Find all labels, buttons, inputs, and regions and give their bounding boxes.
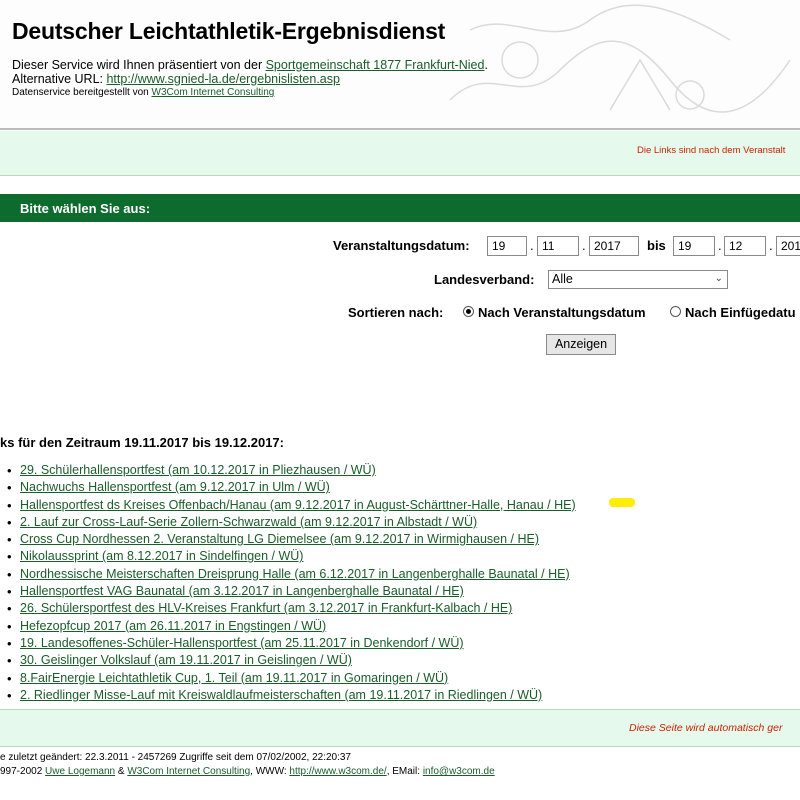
event-link[interactable]: Hallensportfest ds Kreises Offenbach/Han… — [20, 498, 576, 512]
footer-credits: 997-2002 Uwe Logemann & W3Com Internet C… — [0, 766, 495, 777]
data-service-link[interactable]: W3Com Internet Consulting — [152, 87, 275, 98]
event-link[interactable]: 2. Riedlinger Misse-Lauf mit Kreiswaldla… — [20, 688, 542, 702]
bullet-icon: • — [7, 566, 12, 582]
event-link[interactable]: 19. Landesoffenes-Schüler-Hallensportfes… — [20, 636, 464, 650]
event-link[interactable]: 26. Schülersportfest des HLV-Kreises Fra… — [20, 601, 512, 615]
landesverband-value: Alle — [552, 272, 573, 286]
selection-heading: Bitte wählen Sie aus: — [20, 201, 151, 216]
bullet-icon: • — [7, 584, 12, 600]
bullet-icon: • — [7, 480, 12, 496]
bis-label: bis — [647, 238, 666, 253]
event-link[interactable]: Hallensportfest VAG Baunatal (am 3.12.20… — [20, 584, 464, 598]
service-suffix: . — [484, 58, 488, 72]
highlight-marker — [609, 498, 635, 507]
www-link[interactable]: http://www.w3com.de/ — [289, 766, 386, 777]
chevron-down-icon: ⌄ — [714, 273, 723, 284]
event-link[interactable]: 29. Schülerhallensportfest (am 10.12.201… — [20, 463, 376, 477]
author-link[interactable]: Uwe Logemann — [45, 766, 115, 777]
sort-option-event-date: Nach Veranstaltungsdatum — [478, 305, 646, 320]
to-day-input[interactable]: 19 — [673, 236, 715, 256]
bullet-icon: • — [7, 497, 12, 513]
service-prefix: Dieser Service wird Ihnen präsentiert vo… — [12, 58, 266, 72]
event-link[interactable]: Cross Cup Nordhessen 2. Veranstaltung LG… — [20, 532, 539, 546]
sort-radio-insert-date[interactable] — [670, 306, 681, 317]
notice-band: Die Links sind nach dem Veranstalt — [0, 131, 800, 176]
alt-url-prefix: Alternative URL: — [12, 72, 107, 86]
bullet-icon: • — [7, 532, 12, 548]
show-button[interactable]: Anzeigen — [546, 334, 616, 355]
bullet-icon: • — [7, 549, 12, 565]
sponsor-link[interactable]: Sportgemeinschaft 1877 Frankfurt-Nied — [266, 58, 485, 72]
selection-header: Bitte wählen Sie aus: — [0, 194, 800, 222]
bullet-icon: • — [7, 687, 12, 703]
sort-radio-event-date[interactable] — [463, 306, 474, 317]
to-month-input[interactable]: 12 — [724, 236, 766, 256]
page-header: Deutscher Leichtathletik-Ergebnisdienst … — [0, 0, 800, 128]
date-separator: . — [530, 238, 534, 253]
alt-url-line: Alternative URL: http://www.sgnied-la.de… — [12, 72, 340, 86]
data-service-prefix: Datenservice bereitgestellt von — [12, 87, 152, 98]
footer-years: 997-2002 — [0, 766, 46, 777]
site-title: Deutscher Leichtathletik-Ergebnisdienst — [12, 18, 446, 44]
event-link[interactable]: 8.FairEnergie Leichtathletik Cup, 1. Tei… — [20, 671, 448, 685]
date-separator: . — [769, 238, 773, 253]
header-divider — [0, 128, 800, 130]
date-separator: . — [582, 238, 586, 253]
from-day-input[interactable]: 19 — [487, 236, 527, 256]
results-heading: ks für den Zeitraum 19.11.2017 bis 19.12… — [0, 435, 284, 450]
event-link[interactable]: 30. Geislinger Volkslauf (am 19.11.2017 … — [20, 653, 352, 667]
auto-notice: Diese Seite wird automatisch ger — [629, 722, 783, 734]
event-link[interactable]: 2. Lauf zur Cross-Lauf-Serie Zollern-Sch… — [20, 515, 477, 529]
date-label: Veranstaltungsdatum: — [333, 238, 470, 253]
footer-modified: e zuletzt geändert: 22.3.2011 - 2457269 … — [0, 752, 351, 763]
bullet-icon: • — [7, 670, 12, 686]
footer-www-label: , WWW: — [250, 766, 290, 777]
bullet-icon: • — [7, 635, 12, 651]
bullet-icon: • — [7, 463, 12, 478]
to-year-input[interactable]: 201 — [776, 236, 800, 256]
auto-notice-band: Diese Seite wird automatisch ger — [0, 709, 800, 747]
service-line: Dieser Service wird Ihnen präsentiert vo… — [12, 58, 488, 72]
sort-option-insert-date: Nach Einfügedatu — [685, 305, 796, 320]
sort-notice: Die Links sind nach dem Veranstalt — [637, 145, 786, 156]
event-link[interactable]: Hefezopfcup 2017 (am 26.11.2017 in Engst… — [20, 619, 326, 633]
footer-amp: & — [115, 766, 128, 777]
event-link[interactable]: Nikolaussprint (am 8.12.2017 in Sindelfi… — [20, 549, 303, 563]
landesverband-select[interactable]: Alle ⌄ — [548, 270, 728, 289]
event-link[interactable]: Nordhessische Meisterschaften Dreisprung… — [20, 567, 570, 581]
sort-label: Sortieren nach: — [348, 305, 444, 320]
bullet-icon: • — [7, 653, 12, 669]
date-separator: . — [718, 238, 722, 253]
bullet-icon: • — [7, 514, 12, 530]
email-link[interactable]: info@w3com.de — [423, 766, 495, 777]
event-link[interactable]: Nachwuchs Hallensportfest (am 9.12.2017 … — [20, 480, 330, 494]
landes-label: Landesverband: — [434, 272, 535, 287]
from-year-input[interactable]: 2017 — [589, 236, 639, 256]
from-month-input[interactable]: 11 — [537, 236, 579, 256]
data-service-line: Datenservice bereitgestellt von W3Com In… — [12, 87, 274, 98]
footer-email-label: , EMail: — [386, 766, 423, 777]
company-link[interactable]: W3Com Internet Consulting — [127, 766, 250, 777]
bullet-icon: • — [7, 601, 12, 617]
alt-url-link[interactable]: http://www.sgnied-la.de/ergebnislisten.a… — [106, 72, 339, 86]
bullet-icon: • — [7, 618, 12, 634]
